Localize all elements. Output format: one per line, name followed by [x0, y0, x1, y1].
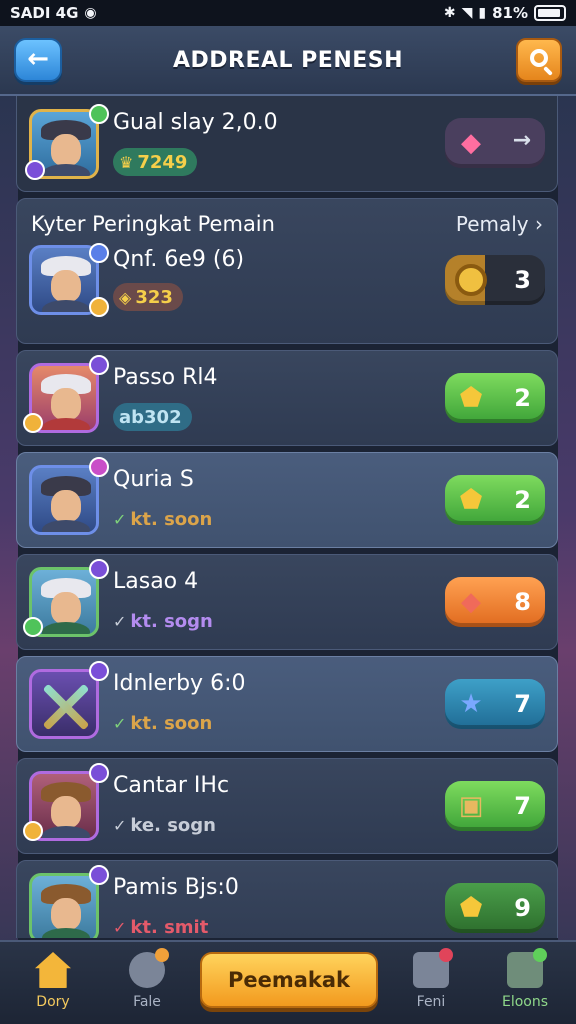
battery-label: 81%	[492, 4, 528, 22]
carrier-label: SADI 4G	[10, 4, 79, 22]
battery-icon	[534, 5, 566, 21]
rank-chip[interactable]: ⬟ 2	[445, 475, 545, 525]
rank-chip[interactable]: 3	[445, 255, 545, 305]
header: ← ADDREAL PENESH	[0, 26, 576, 96]
check-icon: ✓	[113, 917, 127, 937]
status-label: ✓ kt. sogn	[113, 610, 213, 632]
star-badge-icon	[89, 297, 109, 317]
red-gem-icon: ◆	[461, 587, 481, 617]
level-badge-icon	[89, 763, 109, 783]
list-item[interactable]: Cantar IHc ✓ ke. sogn ▣ 7	[16, 758, 558, 854]
score-badge: ◈ 323	[113, 283, 183, 311]
signal-icon: ▮	[478, 5, 487, 21]
map-pin-icon	[413, 948, 453, 988]
player-name: Lasao 4	[113, 569, 199, 594]
crown-icon: ♛	[119, 152, 134, 172]
primary-action-button[interactable]: Peemakak	[200, 952, 378, 1008]
leaderboard-list: Gual slay 2,0.0 ♛ 7249 ◆ → Kyter Peringk…	[16, 96, 558, 938]
nav-item-feni[interactable]: Feni	[396, 948, 466, 1018]
level-badge-icon	[89, 355, 109, 375]
bottom-nav: Dory Fale Peemakak Feni Eloons	[0, 940, 576, 1024]
nav-item-fale[interactable]: Fale	[112, 948, 182, 1018]
player-name: Idnlerby 6:0	[113, 671, 246, 696]
star-badge-icon	[89, 661, 109, 681]
section-header: Kyter Peringkat Pemain Pemaly ›	[17, 207, 557, 241]
avatar	[29, 465, 99, 535]
player-tag: ab302	[113, 403, 192, 431]
coin-icon	[453, 262, 489, 298]
status-label: ✓ kt. soon	[113, 508, 213, 530]
check-icon: ✓	[113, 713, 127, 733]
avatar	[29, 873, 99, 938]
list-item[interactable]: Gual slay 2,0.0 ♛ 7249 ◆ →	[16, 96, 558, 192]
box-icon: ▣	[458, 791, 484, 821]
rank-badge-icon	[25, 160, 45, 180]
pink-gem-icon: ◆	[461, 128, 481, 158]
status-label: ✓ kt. smit	[113, 916, 209, 938]
level-badge-icon	[89, 457, 109, 477]
nav-label: Fale	[133, 994, 161, 1010]
player-name: Cantar IHc	[113, 773, 230, 798]
check-icon: ✓	[113, 611, 127, 631]
star-badge-icon	[89, 243, 109, 263]
check-icon: ✓	[113, 509, 127, 529]
list-item[interactable]: Qnf. 6e9 (6) ◈ 323 3	[17, 241, 557, 343]
gold-gem-icon: ⬟	[459, 383, 483, 413]
player-name: Passo Rl4	[113, 365, 218, 390]
back-button[interactable]: ←	[14, 38, 62, 82]
status-label: ✓ kt. soon	[113, 712, 213, 734]
nav-item-home[interactable]: Dory	[18, 952, 88, 1018]
section-title: Kyter Peringkat Pemain	[31, 212, 275, 236]
gear-icon	[129, 948, 169, 988]
search-icon	[530, 49, 548, 67]
page-title: ADDREAL PENESH	[172, 47, 404, 73]
background-decor-right	[558, 90, 576, 1024]
status-label: ✓ ke. sogn	[113, 814, 216, 836]
list-item[interactable]: Pamis Bjs:0 ✓ kt. smit ⬟ 9	[16, 860, 558, 938]
status-bar: SADI 4G ◉ ✱ ◥ ▮ 81%	[0, 0, 576, 26]
home-icon	[35, 952, 71, 988]
level-badge-icon	[89, 559, 109, 579]
gold-gem-icon: ⬟	[459, 893, 483, 923]
data-saver-icon: ◉	[84, 5, 97, 21]
list-item[interactable]: Idnlerby 6:0 ✓ kt. soon ★ 7	[16, 656, 558, 752]
player-name: Qnf. 6e9 (6)	[113, 247, 245, 272]
rank-chip[interactable]: ⬟ 9	[445, 883, 545, 933]
reward-chip[interactable]: ◆ →	[445, 118, 545, 168]
nav-label: Feni	[416, 994, 446, 1010]
score-badge: ♛ 7249	[113, 148, 198, 176]
player-name: Gual slay 2,0.0	[113, 110, 278, 135]
wifi-icon: ◥	[461, 5, 473, 21]
nav-label: Dory	[36, 994, 70, 1010]
shield-icon: ◈	[119, 287, 132, 307]
player-name: Pamis Bjs:0	[113, 875, 239, 900]
check-icon: ✓	[113, 815, 127, 835]
search-button[interactable]	[516, 38, 562, 82]
rank-chip[interactable]: ★ 7	[445, 679, 545, 729]
level-badge-icon	[89, 104, 109, 124]
inventory-icon	[507, 948, 547, 988]
rank-chip[interactable]: ◆ 8	[445, 577, 545, 627]
arrow-left-icon: ←	[27, 44, 49, 74]
coin-badge-icon	[23, 821, 43, 841]
rank-badge-icon	[23, 617, 43, 637]
nav-label: Eloons	[501, 994, 549, 1010]
blue-star-icon: ★	[459, 689, 483, 719]
list-item[interactable]: Lasao 4 ✓ kt. sogn ◆ 8	[16, 554, 558, 650]
arrow-right-icon: →	[512, 128, 531, 153]
avatar	[29, 669, 99, 739]
ranking-section: Kyter Peringkat Pemain Pemaly › Qnf. 6e9…	[16, 198, 558, 344]
gold-gem-icon: ⬟	[459, 485, 483, 515]
rank-chip[interactable]: ▣ 7	[445, 781, 545, 831]
list-item[interactable]: Quria S ✓ kt. soon ⬟ 2	[16, 452, 558, 548]
coin-badge-icon	[23, 413, 43, 433]
level-badge-icon	[89, 865, 109, 885]
nav-item-eloons[interactable]: Eloons	[490, 948, 560, 1018]
player-name: Quria S	[113, 467, 194, 492]
rank-chip[interactable]: ⬟ 2	[445, 373, 545, 423]
list-item[interactable]: Passo Rl4 ab302 ⬟ 2	[16, 350, 558, 446]
section-link[interactable]: Pemaly ›	[456, 212, 543, 236]
bluetooth-icon: ✱	[443, 5, 456, 21]
